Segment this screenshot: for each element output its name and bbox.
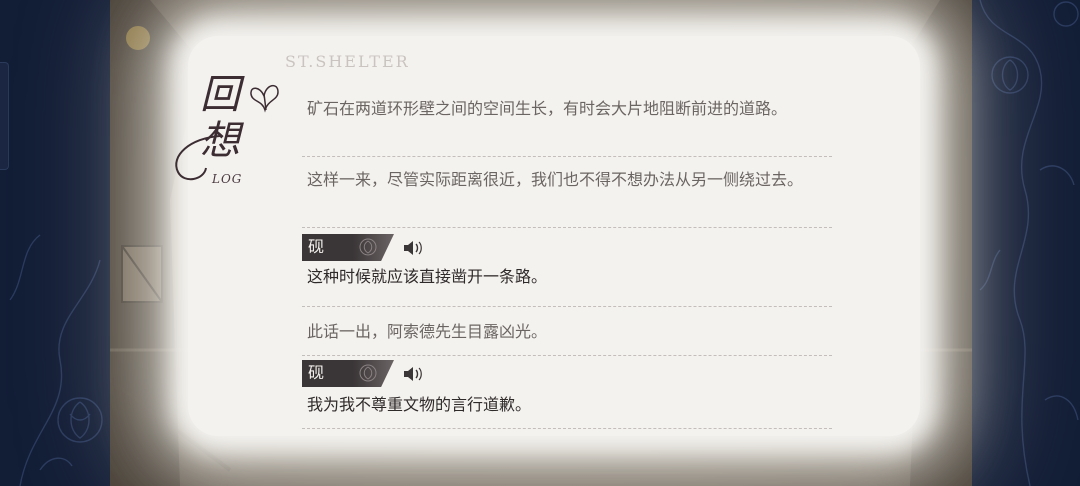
left-side-panel — [0, 0, 110, 486]
butterfly-icon — [250, 84, 279, 113]
entry-divider — [302, 227, 832, 228]
narration-text: 这样一来，尽管实际距离很近，我们也不得不想办法从另一侧绕过去。 — [307, 170, 804, 189]
right-side-panel — [970, 0, 1080, 486]
rose-ornament-icon — [359, 238, 377, 256]
narration-text: 矿石在两道环形壁之间的空间生长，有时会大片地阻断前进的道路。 — [307, 99, 788, 118]
log-entry: 这样一来，尽管实际距离很近，我们也不得不想办法从另一侧绕过去。 — [302, 157, 832, 223]
vine-ornament-right — [979, 0, 1079, 486]
entry-divider — [302, 355, 832, 356]
dialogue-text: 我为我不尊重文物的言行道歉。 — [307, 395, 532, 414]
entry-divider — [302, 428, 832, 429]
log-title: 回想 LOG — [160, 68, 290, 198]
log-list[interactable]: 矿石在两道环形壁之间的空间生长，有时会大片地阻断前进的道路。 这样一来，尽管实际… — [302, 94, 832, 429]
speaker-row: 砚 — [302, 358, 832, 388]
dialogue-text: 这种时候就应该直接凿开一条路。 — [307, 267, 548, 286]
side-drawer-handle[interactable] — [0, 62, 9, 170]
watermark-text: ST.SHELTER — [285, 52, 410, 71]
rose-ornament-icon — [359, 364, 377, 382]
log-entry: 砚 这种时候就应该直接凿开一条路。 — [302, 232, 832, 306]
log-entry: 此话一出，阿索德先生目露凶光。 — [302, 307, 832, 355]
narration-text: 此话一出，阿索德先生目露凶光。 — [307, 322, 548, 341]
vine-ornament-left — [9, 234, 103, 486]
log-entry: 矿石在两道环形壁之间的空间生长，有时会大片地阻断前进的道路。 — [302, 94, 832, 152]
speaker-name: 砚 — [308, 363, 325, 382]
page-subtitle: LOG — [212, 172, 243, 186]
speaker-voice-icon[interactable] — [402, 365, 426, 383]
log-entry: 砚 我为我不尊重文物的言行道歉。 — [302, 358, 832, 428]
speaker-row: 砚 — [302, 232, 832, 262]
speaker-name: 砚 — [308, 237, 325, 256]
speaker-voice-icon[interactable] — [402, 239, 426, 257]
